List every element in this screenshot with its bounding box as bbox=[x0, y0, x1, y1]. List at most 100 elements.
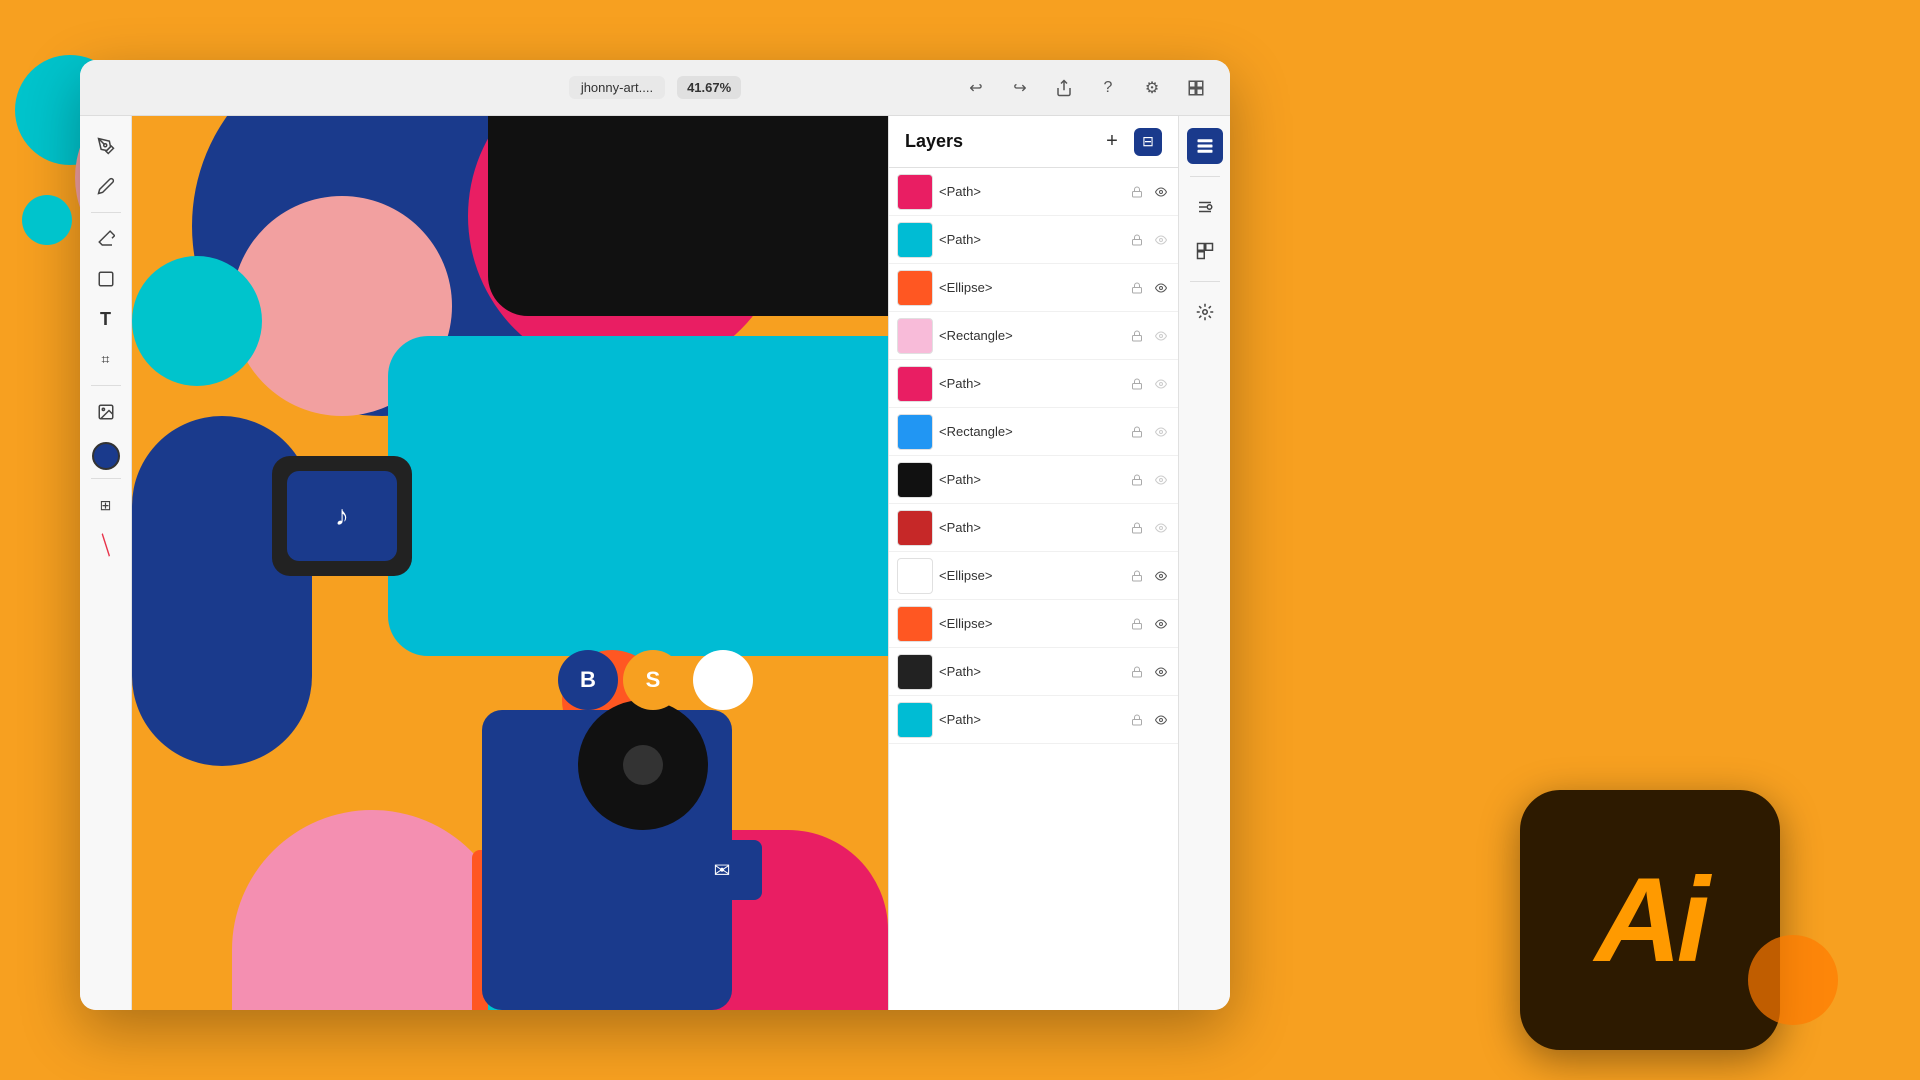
layers-menu-icon[interactable]: ⊟ bbox=[1134, 128, 1162, 156]
art-black-circle bbox=[578, 700, 708, 830]
layer-item-8[interactable]: <Ellipse> bbox=[889, 552, 1178, 600]
layer-lock-2[interactable] bbox=[1128, 279, 1146, 297]
layer-lock-0[interactable] bbox=[1128, 183, 1146, 201]
layers-add-button[interactable]: + bbox=[1098, 128, 1126, 156]
art-teal-large bbox=[388, 336, 888, 656]
layer-lock-7[interactable] bbox=[1128, 519, 1146, 537]
art-envelope: ✉ bbox=[682, 840, 762, 900]
art-white-circle bbox=[693, 650, 753, 710]
layer-name-2: <Ellipse> bbox=[939, 280, 1122, 295]
layer-eye-10[interactable] bbox=[1152, 663, 1170, 681]
layer-eye-0[interactable] bbox=[1152, 183, 1170, 201]
text-tool[interactable]: T bbox=[88, 301, 124, 337]
tool-divider-1 bbox=[91, 212, 121, 213]
layer-item-6[interactable]: <Path> bbox=[889, 456, 1178, 504]
art-black-rect bbox=[488, 116, 888, 316]
layer-item-0[interactable]: <Path> bbox=[889, 168, 1178, 216]
layer-thumb-0 bbox=[897, 174, 933, 210]
image-tool[interactable] bbox=[88, 394, 124, 430]
layer-eye-8[interactable] bbox=[1152, 567, 1170, 585]
filename-badge: jhonny-art.... bbox=[569, 76, 665, 99]
layer-item-9[interactable]: <Ellipse> bbox=[889, 600, 1178, 648]
layer-eye-4[interactable] bbox=[1152, 375, 1170, 393]
art-b-badge: B bbox=[558, 650, 618, 710]
crop-tool[interactable]: ⌗ bbox=[88, 341, 124, 377]
layer-lock-1[interactable] bbox=[1128, 231, 1146, 249]
layer-item-3[interactable]: <Rectangle> bbox=[889, 312, 1178, 360]
layer-item-4[interactable]: <Path> bbox=[889, 360, 1178, 408]
layer-lock-10[interactable] bbox=[1128, 663, 1146, 681]
tool-divider-3 bbox=[91, 478, 121, 479]
layer-name-9: <Ellipse> bbox=[939, 616, 1122, 631]
redo-button[interactable]: ↪ bbox=[1006, 74, 1034, 102]
help-button[interactable]: ? bbox=[1094, 74, 1122, 102]
art-device-screen: ♪ bbox=[287, 471, 397, 561]
layer-item-5[interactable]: <Rectangle> bbox=[889, 408, 1178, 456]
layer-eye-1[interactable] bbox=[1152, 231, 1170, 249]
layer-eye-2[interactable] bbox=[1152, 279, 1170, 297]
layer-name-4: <Path> bbox=[939, 376, 1122, 391]
layers-panel-toggle[interactable] bbox=[1187, 128, 1223, 164]
zoom-badge[interactable]: 41.67% bbox=[677, 76, 741, 99]
shape-tool[interactable] bbox=[88, 261, 124, 297]
layer-thumb-6 bbox=[897, 462, 933, 498]
layer-lock-4[interactable] bbox=[1128, 375, 1146, 393]
layer-eye-11[interactable] bbox=[1152, 711, 1170, 729]
layer-thumb-10 bbox=[897, 654, 933, 690]
layer-name-5: <Rectangle> bbox=[939, 424, 1122, 439]
layer-lock-5[interactable] bbox=[1128, 423, 1146, 441]
layer-thumb-2 bbox=[897, 270, 933, 306]
canvas-area[interactable]: ♪ B bbox=[132, 116, 888, 1010]
layer-name-0: <Path> bbox=[939, 184, 1122, 199]
pencil-tool[interactable] bbox=[88, 168, 124, 204]
content-area: T ⌗ ⊞ ╱ bbox=[80, 116, 1230, 1010]
deco-teal-small bbox=[22, 195, 72, 245]
eraser-tool[interactable] bbox=[88, 221, 124, 257]
transform-button[interactable] bbox=[1182, 74, 1210, 102]
layer-name-11: <Path> bbox=[939, 712, 1122, 727]
layer-name-3: <Rectangle> bbox=[939, 328, 1122, 343]
undo-button[interactable]: ↩ bbox=[962, 74, 990, 102]
title-bar: jhonny-art.... 41.67% ↩ ↪ ? ⚙ bbox=[80, 60, 1230, 116]
layer-eye-7[interactable] bbox=[1152, 519, 1170, 537]
layer-lock-11[interactable] bbox=[1128, 711, 1146, 729]
art-device: ♪ bbox=[272, 456, 412, 576]
layer-eye-5[interactable] bbox=[1152, 423, 1170, 441]
layer-lock-8[interactable] bbox=[1128, 567, 1146, 585]
layer-thumb-7 bbox=[897, 510, 933, 546]
layer-thumb-8 bbox=[897, 558, 933, 594]
library-panel-toggle[interactable] bbox=[1187, 233, 1223, 269]
layer-eye-3[interactable] bbox=[1152, 327, 1170, 345]
properties-panel-toggle[interactable] bbox=[1187, 189, 1223, 225]
layer-lock-6[interactable] bbox=[1128, 471, 1146, 489]
art-s-badge: S bbox=[623, 650, 683, 710]
layer-eye-6[interactable] bbox=[1152, 471, 1170, 489]
layer-name-1: <Path> bbox=[939, 232, 1122, 247]
layers-list: <Path><Path><Ellipse><Rectangle><Path><R… bbox=[889, 168, 1178, 744]
grid-tool[interactable]: ⊞ bbox=[88, 487, 124, 523]
layer-lock-9[interactable] bbox=[1128, 615, 1146, 633]
layer-eye-9[interactable] bbox=[1152, 615, 1170, 633]
art-teal-circle-left bbox=[132, 256, 262, 386]
ai-logo: Ai bbox=[1520, 790, 1780, 1050]
app-window: jhonny-art.... 41.67% ↩ ↪ ? ⚙ bbox=[80, 60, 1230, 1010]
layer-item-10[interactable]: <Path> bbox=[889, 648, 1178, 696]
arrange-panel-toggle[interactable] bbox=[1187, 294, 1223, 330]
pen-tool[interactable] bbox=[88, 128, 124, 164]
layer-lock-3[interactable] bbox=[1128, 327, 1146, 345]
right-divider-1 bbox=[1190, 176, 1220, 177]
brush-tool[interactable]: ╱ bbox=[80, 520, 131, 571]
layer-name-10: <Path> bbox=[939, 664, 1122, 679]
art-black-circle-inner bbox=[623, 745, 663, 785]
color-picker[interactable] bbox=[92, 442, 120, 470]
right-sidebar bbox=[1178, 116, 1230, 1010]
layer-thumb-11 bbox=[897, 702, 933, 738]
settings-button[interactable]: ⚙ bbox=[1138, 74, 1166, 102]
layer-item-7[interactable]: <Path> bbox=[889, 504, 1178, 552]
layer-thumb-5 bbox=[897, 414, 933, 450]
layer-item-11[interactable]: <Path> bbox=[889, 696, 1178, 744]
layer-item-1[interactable]: <Path> bbox=[889, 216, 1178, 264]
layer-thumb-4 bbox=[897, 366, 933, 402]
share-button[interactable] bbox=[1050, 74, 1078, 102]
layer-item-2[interactable]: <Ellipse> bbox=[889, 264, 1178, 312]
